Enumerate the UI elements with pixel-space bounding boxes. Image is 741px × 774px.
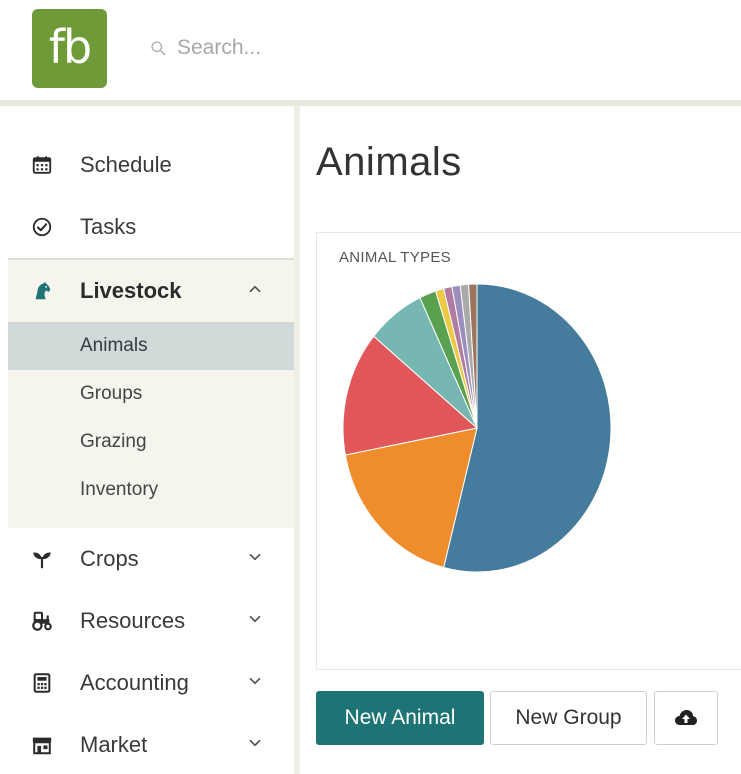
sidebar-divider	[294, 106, 300, 774]
chevron-down-icon	[246, 672, 268, 694]
page-title: Animals	[316, 140, 462, 184]
submenu-item-label: Groups	[80, 383, 143, 404]
sidebar-item-tasks[interactable]: Tasks	[8, 196, 294, 258]
search-icon	[151, 40, 166, 55]
search-input[interactable]	[177, 36, 377, 60]
sidebar-item-label: Schedule	[80, 152, 172, 177]
sidebar-item-label: Livestock	[80, 278, 182, 303]
upload-button[interactable]	[654, 691, 718, 745]
new-group-button[interactable]: New Group	[490, 691, 647, 745]
sidebar-item-label: Market	[80, 732, 148, 757]
sidebar-item-livestock[interactable]: Livestock	[8, 258, 294, 322]
submenu-item-groups[interactable]: Groups	[8, 370, 294, 418]
sidebar-item-crops[interactable]: Crops	[8, 528, 294, 590]
animal-types-pie-chart	[342, 283, 612, 573]
submenu-item-label: Grazing	[80, 431, 147, 452]
animal-types-card: ANIMAL TYPES	[316, 232, 741, 670]
submenu-item-label: Animals	[80, 335, 148, 356]
sidebar-item-market[interactable]: Market	[8, 714, 294, 774]
sidebar-item-label: Crops	[80, 546, 139, 571]
calculator-icon	[30, 671, 54, 695]
chevron-down-icon	[246, 610, 268, 632]
sprout-icon	[30, 547, 54, 571]
submenu-item-inventory[interactable]: Inventory	[8, 466, 294, 514]
submenu-item-animals[interactable]: Animals	[8, 322, 294, 370]
store-icon	[30, 733, 54, 757]
sidebar-item-schedule[interactable]: Schedule	[8, 134, 294, 196]
cloud-upload-icon	[675, 710, 697, 725]
livestock-submenu: Animals Groups Grazing Inventory	[8, 322, 294, 528]
search-bar[interactable]	[150, 30, 377, 66]
check-circle-icon	[30, 215, 54, 239]
submenu-item-grazing[interactable]: Grazing	[8, 418, 294, 466]
sidebar: Schedule Tasks Livestock Animals Groups	[8, 106, 294, 774]
submenu-item-label: Inventory	[80, 479, 159, 500]
tractor-icon	[30, 609, 54, 633]
calendar-icon	[30, 153, 54, 177]
sidebar-item-resources[interactable]: Resources	[8, 590, 294, 652]
chevron-down-icon	[246, 734, 268, 756]
top-header: fb	[0, 0, 741, 100]
app-logo[interactable]: fb	[32, 9, 107, 88]
sidebar-item-label: Accounting	[80, 670, 189, 695]
sidebar-item-label: Tasks	[80, 214, 137, 239]
horse-icon	[30, 279, 54, 303]
sidebar-item-accounting[interactable]: Accounting	[8, 652, 294, 714]
sidebar-item-label: Resources	[80, 608, 186, 633]
chevron-down-icon	[246, 548, 268, 570]
chart-title: ANIMAL TYPES	[339, 249, 451, 266]
chevron-up-icon	[246, 280, 268, 302]
new-animal-button[interactable]: New Animal	[316, 691, 484, 745]
